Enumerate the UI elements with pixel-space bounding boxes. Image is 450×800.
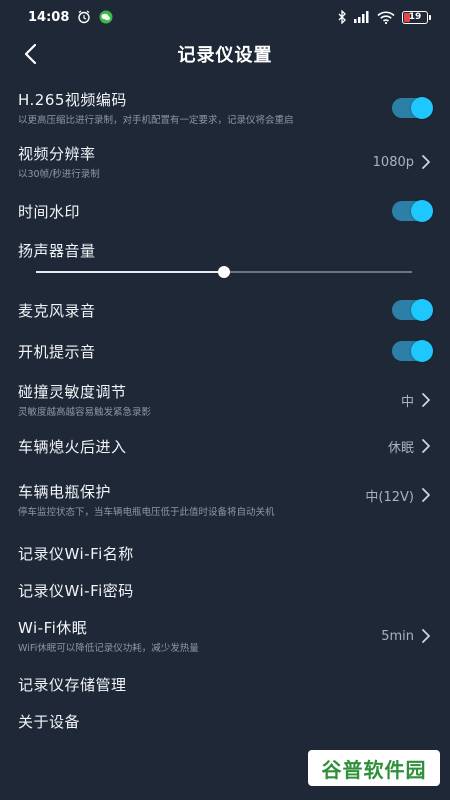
toggle-knob: [411, 299, 433, 321]
setting-text: 视频分辨率 以30帧/秒进行录制: [18, 143, 100, 182]
watermark-toggle[interactable]: [392, 200, 433, 222]
setting-text: 时间水印: [18, 201, 80, 222]
collision-value: 中: [400, 394, 414, 410]
setting-storage-management[interactable]: 记录仪存储管理: [0, 670, 450, 698]
setting-label: 时间水印: [18, 202, 81, 221]
setting-text: 开机提示音: [18, 341, 96, 362]
chevron-left-icon: [24, 43, 37, 65]
boot-sound-toggle[interactable]: [392, 340, 433, 362]
bluetooth-icon: [337, 10, 347, 24]
setting-control: 1080p: [373, 154, 432, 170]
page-title: 记录仪设置: [177, 45, 273, 66]
battery-protect-value: 中(12V): [365, 489, 414, 505]
setting-text: 麦克风录音: [18, 300, 96, 321]
setting-control: [392, 299, 433, 321]
setting-label: 麦克风录音: [18, 301, 96, 320]
setting-wifi-sleep[interactable]: Wi-Fi休眠 WiFi休眠可以降低记录仪功耗，减少发热量 5min: [0, 614, 450, 658]
setting-label: H.265视频编码: [18, 90, 127, 109]
setting-wifi-name[interactable]: 记录仪Wi-Fi名称: [0, 539, 450, 567]
setting-label: 记录仪存储管理: [18, 675, 127, 694]
setting-control: [392, 97, 433, 119]
chevron-right-icon: [422, 155, 430, 169]
setting-text: H.265视频编码 以更高压缩比进行录制，对手机配置有一定要求，记录仪将会重启: [18, 89, 294, 128]
setting-label: 碰撞灵敏度调节: [18, 382, 127, 401]
setting-text: 记录仪存储管理: [18, 674, 127, 695]
watermark-text: 谷普软件园: [321, 757, 427, 782]
site-watermark-logo: 谷普软件园: [308, 750, 440, 786]
setting-description: 以30帧/秒进行录制: [18, 168, 100, 180]
setting-battery-protection[interactable]: 车辆电瓶保护 停车监控状态下，当车辆电瓶电压低于此值时设备将自动关机 中(12V…: [0, 472, 450, 528]
setting-label: 记录仪Wi-Fi密码: [18, 581, 134, 600]
signal-icon: [354, 11, 370, 23]
setting-text: 碰撞灵敏度调节 灵敏度越高越容易触发紧急录影: [18, 381, 151, 420]
setting-speaker-volume: 扬声器音量: [0, 236, 450, 264]
speaker-volume-slider[interactable]: [36, 262, 412, 282]
battery-percent: 19: [408, 12, 422, 22]
status-bar: 14:08 19: [0, 0, 450, 34]
nav-bar: 记录仪设置: [0, 34, 450, 74]
wifi-icon: [377, 11, 395, 24]
setting-control: 休眠: [388, 437, 432, 456]
setting-control: 中: [401, 391, 432, 410]
slider-thumb[interactable]: [218, 266, 230, 278]
setting-label: Wi-Fi休眠: [18, 618, 88, 637]
setting-label: 扬声器音量: [18, 241, 96, 260]
setting-control: 5min: [381, 628, 432, 644]
setting-text: 车辆电瓶保护 停车监控状态下，当车辆电瓶电压低于此值时设备将自动关机: [18, 481, 348, 520]
status-time: 14:08: [28, 9, 70, 25]
wifi-sleep-value: 5min: [381, 628, 414, 644]
setting-about-device[interactable]: 关于设备: [0, 707, 450, 735]
setting-description: 停车监控状态下，当车辆电瓶电压低于此值时设备将自动关机: [18, 506, 275, 518]
chevron-right-icon: [422, 488, 430, 502]
setting-time-watermark[interactable]: 时间水印: [0, 196, 450, 226]
setting-boot-sound[interactable]: 开机提示音: [0, 337, 450, 365]
toggle-knob: [411, 200, 433, 222]
status-left: 14:08: [28, 10, 113, 25]
setting-label: 车辆电瓶保护: [18, 482, 112, 501]
alarm-icon: [77, 10, 91, 24]
setting-label: 视频分辨率: [18, 144, 96, 163]
slider-fill: [36, 271, 224, 273]
h265-toggle[interactable]: [392, 97, 433, 119]
setting-wifi-password[interactable]: 记录仪Wi-Fi密码: [0, 576, 450, 604]
setting-text: Wi-Fi休眠 WiFi休眠可以降低记录仪功耗，减少发热量: [18, 617, 199, 656]
chevron-right-icon: [422, 393, 430, 407]
status-right: 19: [337, 10, 431, 24]
setting-collision-sensitivity[interactable]: 碰撞灵敏度调节 灵敏度越高越容易触发紧急录影 中: [0, 378, 450, 422]
toggle-knob: [411, 97, 433, 119]
setting-text: 扬声器音量: [18, 240, 96, 261]
setting-after-engine-off[interactable]: 车辆熄火后进入 休眠: [0, 432, 450, 460]
setting-control: [392, 200, 433, 222]
setting-description: 以更高压缩比进行录制，对手机配置有一定要求，记录仪将会重启: [18, 114, 294, 126]
setting-resolution[interactable]: 视频分辨率 以30帧/秒进行录制 1080p: [0, 140, 450, 184]
setting-label: 车辆熄火后进入: [18, 437, 127, 456]
setting-text: 关于设备: [18, 711, 80, 732]
battery-indicator: 19: [402, 10, 431, 24]
chevron-right-icon: [422, 629, 430, 643]
setting-label: 关于设备: [18, 712, 81, 731]
wechat-icon: [99, 10, 113, 24]
setting-control: 中(12V): [365, 486, 432, 505]
back-button[interactable]: [14, 38, 46, 70]
setting-label: 记录仪Wi-Fi名称: [18, 544, 134, 563]
setting-text: 记录仪Wi-Fi密码: [18, 580, 134, 601]
toggle-knob: [411, 340, 433, 362]
setting-label: 开机提示音: [18, 342, 96, 361]
setting-text: 车辆熄火后进入: [18, 436, 127, 457]
mic-toggle[interactable]: [392, 299, 433, 321]
setting-description: WiFi休眠可以降低记录仪功耗，减少发热量: [18, 642, 199, 654]
setting-h265[interactable]: H.265视频编码 以更高压缩比进行录制，对手机配置有一定要求，记录仪将会重启: [0, 86, 450, 130]
chevron-right-icon: [422, 439, 430, 453]
setting-control: [392, 340, 433, 362]
setting-description: 灵敏度越高越容易触发紧急录影: [18, 406, 152, 418]
resolution-value: 1080p: [372, 154, 414, 170]
after-off-value: 休眠: [387, 440, 414, 456]
setting-mic[interactable]: 麦克风录音: [0, 296, 450, 324]
setting-text: 记录仪Wi-Fi名称: [18, 543, 134, 564]
